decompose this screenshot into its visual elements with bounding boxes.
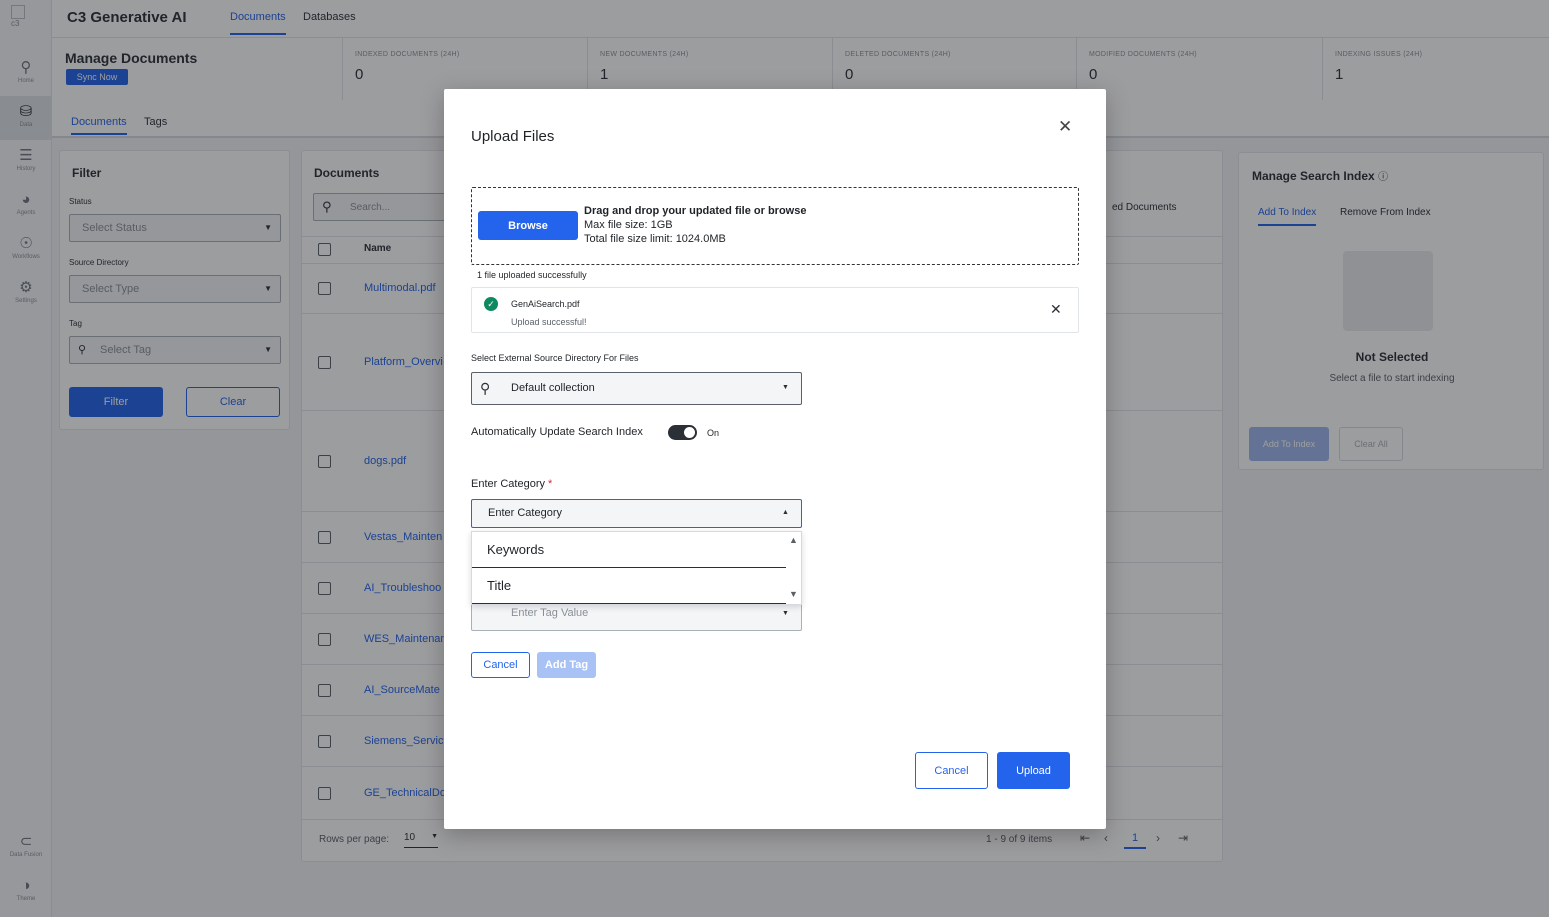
category-field-label: Enter Category *: [471, 478, 552, 490]
drop-title: Drag and drop your updated file or brows…: [584, 205, 807, 217]
cancel-button[interactable]: Cancel: [915, 752, 988, 789]
upload-count: 1 file uploaded successfully: [477, 270, 587, 280]
browse-button[interactable]: Browse: [478, 211, 578, 240]
cancel-tag-button[interactable]: Cancel: [471, 652, 530, 678]
toggle-knob: [684, 427, 695, 438]
category-dropdown[interactable]: Enter Category ▲: [471, 499, 802, 528]
toggle-state: On: [707, 428, 720, 438]
file-drop-zone[interactable]: Browse Drag and drop your updated file o…: [471, 187, 1079, 265]
category-menu: Keywords Title ▲ ▼: [471, 531, 802, 605]
uploaded-file-name: GenAiSearch.pdf: [511, 299, 580, 309]
scroll-down-icon[interactable]: ▼: [789, 589, 798, 599]
category-placeholder: Enter Category: [488, 507, 562, 519]
scroll-up-icon[interactable]: ▲: [789, 535, 798, 545]
auto-update-label: Automatically Update Search Index: [471, 426, 643, 438]
category-option-keywords[interactable]: Keywords: [472, 532, 786, 568]
menu-scrollbar[interactable]: ▲ ▼: [788, 532, 802, 604]
category-label-text: Enter Category: [471, 478, 545, 490]
auto-update-toggle[interactable]: [668, 425, 697, 440]
modal-title: Upload Files: [471, 128, 555, 145]
source-directory-field-label: Select External Source Directory For Fil…: [471, 353, 639, 363]
category-option-title[interactable]: Title: [472, 568, 786, 604]
close-icon[interactable]: ✕: [1058, 117, 1072, 137]
uploaded-file-item: ✓ GenAiSearch.pdf Upload successful! ✕: [471, 287, 1079, 333]
max-file-size: Max file size: 1GB: [584, 219, 673, 231]
source-directory-dropdown[interactable]: ⚲ Default collection ▼: [471, 372, 802, 405]
upload-button[interactable]: Upload: [997, 752, 1070, 789]
required-marker: *: [548, 478, 553, 490]
caret-up-icon: ▲: [782, 509, 789, 516]
caret-down-icon: ▼: [782, 610, 789, 617]
search-icon: ⚲: [480, 380, 491, 396]
success-check-icon: ✓: [484, 297, 498, 311]
upload-files-modal: Upload Files ✕ Browse Drag and drop your…: [444, 89, 1106, 829]
add-tag-button[interactable]: Add Tag: [537, 652, 596, 678]
source-directory-value: Default collection: [511, 382, 595, 394]
caret-down-icon: ▼: [782, 384, 789, 391]
total-size-limit: Total file size limit: 1024.0MB: [584, 233, 726, 245]
tag-value-placeholder: Enter Tag Value: [511, 607, 589, 619]
uploaded-file-status: Upload successful!: [511, 317, 587, 327]
remove-file-icon[interactable]: ✕: [1050, 301, 1062, 318]
